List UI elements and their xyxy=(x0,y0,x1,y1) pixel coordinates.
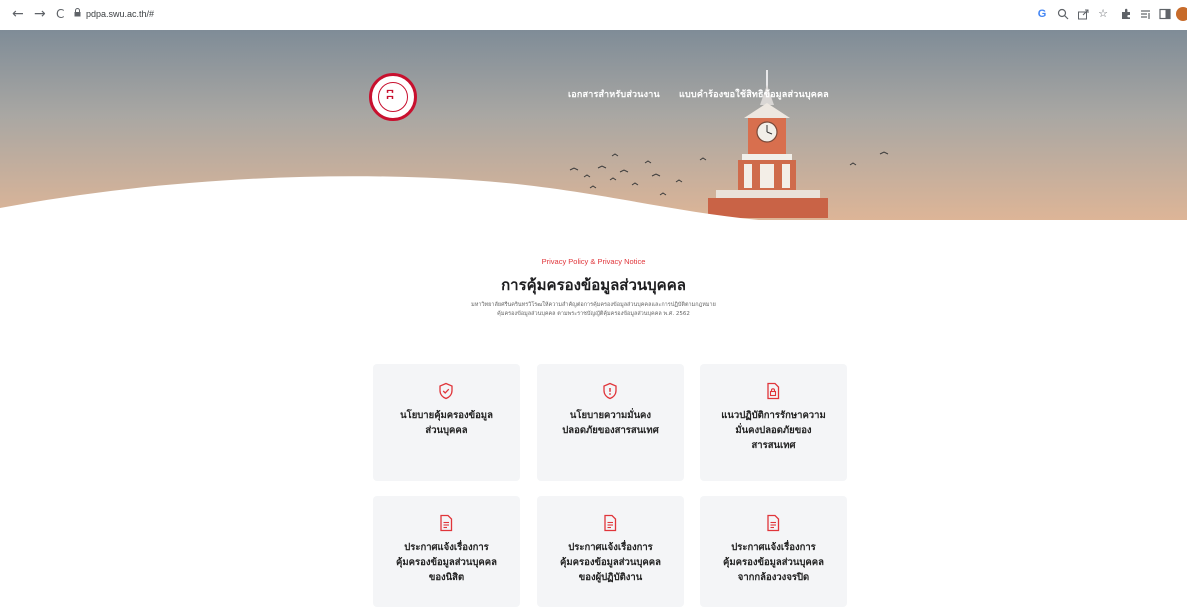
reading-list-icon[interactable] xyxy=(1140,8,1152,20)
logo-ring: ʭ xyxy=(378,82,408,112)
card-label: นโยบายคุ้มครองข้อมูล ส่วนบุคคล xyxy=(400,410,493,436)
address-bar[interactable]: pdpa.swu.ac.th/# xyxy=(86,9,154,19)
bookmark-star-icon[interactable]: ☆ xyxy=(1097,8,1109,20)
hero-background xyxy=(0,30,1187,220)
logo-emblem-icon: ʭ xyxy=(386,85,394,106)
card-label: ประกาศแจ้งเรื่องการ คุ้มครองข้อมูลส่วนบุ… xyxy=(723,542,824,583)
forward-button[interactable]: → xyxy=(34,6,46,22)
hero-banner: ʭ เอกสารสำหรับส่วนงาน แบบคำร้องขอใช้สิทธ… xyxy=(0,30,1187,220)
card-student-privacy-notice[interactable]: ประกาศแจ้งเรื่องการ คุ้มครองข้อมูลส่วนบุ… xyxy=(373,496,520,607)
description-line-2: คุ้มครองข้อมูลส่วนบุคคล ตามพระราชบัญญัติ… xyxy=(497,311,690,317)
back-button[interactable]: ← xyxy=(12,6,24,22)
section-kicker: Privacy Policy & Privacy Notice xyxy=(541,257,646,266)
shield-check-icon xyxy=(439,382,453,400)
description-line-1: มหาวิทยาลัยศรีนครินทรวิโรฒให้ความสำคัญต่… xyxy=(471,302,716,308)
card-label: แนวปฏิบัติการรักษาความ มั่นคงปลอดภัยของ … xyxy=(721,410,826,451)
card-label: ประกาศแจ้งเรื่องการ คุ้มครองข้อมูลส่วนบุ… xyxy=(396,542,497,583)
reload-button[interactable]: C xyxy=(56,6,64,22)
document-icon xyxy=(767,514,780,532)
card-label: ประกาศแจ้งเรื่องการ คุ้มครองข้อมูลส่วนบุ… xyxy=(560,542,661,583)
nav-link-documents[interactable]: เอกสารสำหรับส่วนงาน xyxy=(568,87,660,101)
card-security-guidelines[interactable]: แนวปฏิบัติการรักษาความ มั่นคงปลอดภัยของ … xyxy=(700,364,847,481)
card-information-security-policy[interactable]: นโยบายความมั่นคง ปลอดภัยของสารสนเทศ xyxy=(537,364,684,481)
card-personal-data-policy[interactable]: นโยบายคุ้มครองข้อมูล ส่วนบุคคล xyxy=(373,364,520,481)
shield-alert-icon xyxy=(603,382,617,400)
share-icon[interactable] xyxy=(1077,8,1089,20)
google-icon[interactable]: G xyxy=(1036,8,1048,20)
document-lock-icon xyxy=(767,382,780,400)
card-cctv-privacy-notice[interactable]: ประกาศแจ้งเรื่องการ คุ้มครองข้อมูลส่วนบุ… xyxy=(700,496,847,607)
zoom-icon[interactable] xyxy=(1057,8,1069,20)
document-icon xyxy=(604,514,617,532)
page-title: การคุ้มครองข้อมูลส่วนบุคคล xyxy=(501,276,686,294)
extensions-icon[interactable] xyxy=(1120,8,1132,20)
profile-avatar[interactable] xyxy=(1176,7,1187,21)
section-description: มหาวิทยาลัยศรีนครินทรวิโรฒให้ความสำคัญต่… xyxy=(0,301,1187,319)
card-label: นโยบายความมั่นคง ปลอดภัยของสารสนเทศ xyxy=(562,410,659,436)
lock-icon[interactable] xyxy=(74,8,81,17)
side-panel-icon[interactable] xyxy=(1159,8,1171,20)
nav-link-request-form[interactable]: แบบคำร้องขอใช้สิทธิข้อมูลส่วนบุคคล xyxy=(679,87,829,101)
university-logo[interactable]: ʭ xyxy=(369,73,417,121)
card-staff-privacy-notice[interactable]: ประกาศแจ้งเรื่องการ คุ้มครองข้อมูลส่วนบุ… xyxy=(537,496,684,607)
browser-toolbar: ← → C pdpa.swu.ac.th/# G ☆ xyxy=(0,0,1187,31)
document-icon xyxy=(440,514,453,532)
